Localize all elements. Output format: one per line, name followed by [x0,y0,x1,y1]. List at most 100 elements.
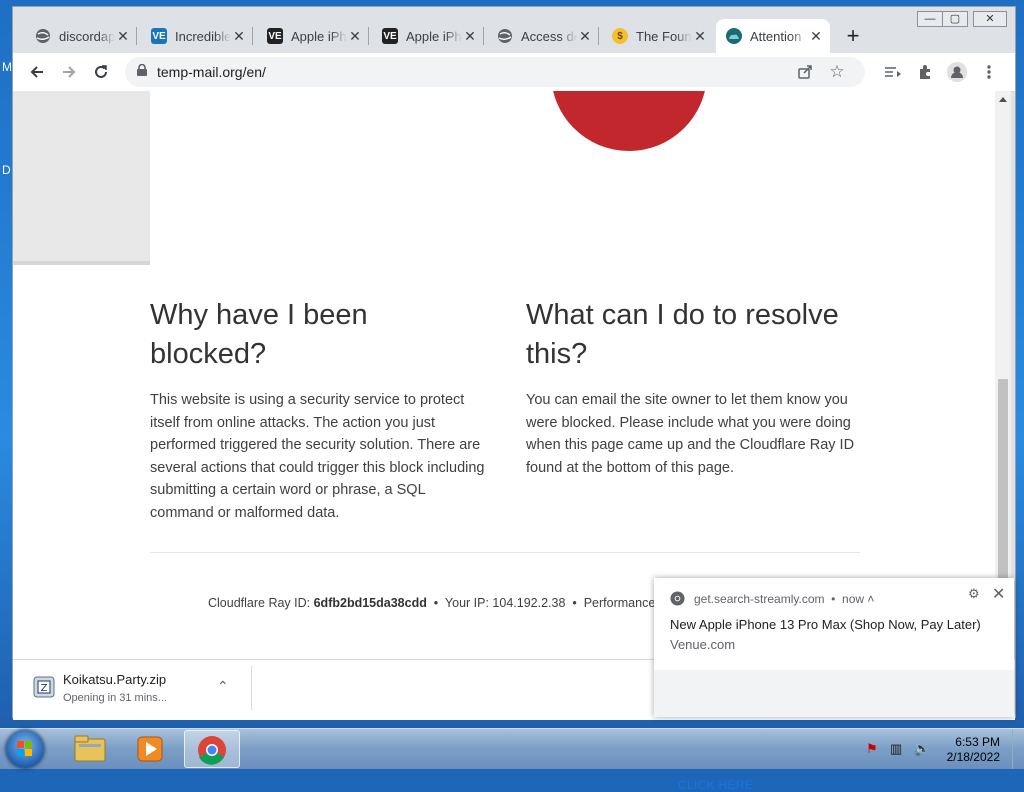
click-here-button[interactable]: CLICK HERE [678,778,753,792]
download-filename[interactable]: Koikatsu.Party.zip [63,672,166,687]
reload-icon[interactable] [89,60,113,84]
foundation-icon: $ [612,28,628,44]
folder-icon [74,735,106,762]
performance-link[interactable]: Performance [584,596,656,610]
ve-logo-icon: VE [267,28,283,44]
globe-icon [35,28,51,44]
close-icon[interactable]: ✕ [577,28,593,45]
media-icon[interactable] [881,60,905,84]
gray-panel [13,91,150,265]
chevron-up-icon[interactable]: ⌃ [217,678,229,695]
tab-apple-iphone-2[interactable]: VE Apple iPh ✕ [372,19,484,53]
forward-arrow-icon[interactable] [57,60,81,84]
desktop-icon-label[interactable]: D [2,163,11,177]
why-blocked-text: This website is using a security service… [150,392,485,521]
tab-attention[interactable]: Attention ✕ [716,19,830,53]
tab-apple-iphone-1[interactable]: VE Apple iPh ✕ [257,19,369,53]
minimize-button[interactable]: — [917,11,943,27]
scrollbar-thumb[interactable] [998,379,1008,585]
tab-label: Apple iPh [291,28,347,44]
close-icon[interactable]: ✕ [462,28,478,45]
svg-text:Z: Z [41,683,48,694]
push-notification[interactable]: get.search-streamly.com • now ˄ ⚙ ✕ New … [654,578,1014,792]
notification-body[interactable]: get.search-streamly.com • now ˄ ⚙ ✕ New … [654,578,1014,670]
resolve-text: You can email the site owner to let them… [526,392,855,476]
ray-id-label: Cloudflare Ray ID: [208,596,311,610]
tab-the-foundation[interactable]: $ The Foun ✕ [602,19,714,53]
close-window-button[interactable]: ✕ [973,11,1007,27]
page-content: Why have I been blocked? This website is… [13,91,995,659]
scroll-up-arrow-icon[interactable] [999,97,1007,102]
gray-panel-bar [13,261,150,265]
share-icon[interactable] [793,60,817,84]
notification-title: New Apple iPhone 13 Pro Max (Shop Now, P… [670,617,981,632]
download-status: Opening in 31 mins... [63,692,167,704]
page-scrollbar[interactable] [995,91,1011,659]
new-tab-button[interactable]: + [841,25,865,49]
cloudflare-icon [726,28,742,44]
tab-label: Access de [521,28,577,44]
tab-discordapp[interactable]: discordap ✕ [25,19,137,53]
tab-label: Incredible [175,28,231,44]
resolve-heading: What can I do to resolve this? [526,299,839,370]
divider [150,552,860,553]
back-arrow-icon[interactable] [25,60,49,84]
notification-text: Venue.com [670,637,736,652]
zip-file-icon: Z [33,676,55,698]
close-icon[interactable]: ✕ [115,28,131,45]
address-bar[interactable]: temp-mail.org/en/ ☆ [125,57,865,87]
notification-actions: CLICK HERE [654,670,1014,792]
chevron-up-icon[interactable]: ˄ [867,592,874,606]
close-icon[interactable]: ✕ [347,28,363,45]
tab-incredible[interactable]: VE Incredible ✕ [141,19,253,53]
ve-logo-icon: VE [382,28,398,44]
profile-avatar-icon[interactable] [945,60,969,84]
clock-time: 6:53 PM [955,735,1000,749]
ip-label: Your IP: [444,596,489,610]
media-player-icon [137,736,163,762]
notification-site: get.search-streamly.com [694,592,825,606]
taskbar: ⚑ ▥ 🔈 6:53 PM 2/18/2022 [0,728,1024,769]
tab-label: discordap [59,28,115,44]
tab-label: The Foun [636,28,692,44]
notification-origin: get.search-streamly.com • now ˄ [694,592,875,606]
chrome-icon [198,736,226,765]
ve-logo-icon: VE [151,28,167,44]
cloudflare-footer: Cloudflare Ray ID: 6dfb2bd15da38cdd • Yo… [208,596,655,610]
blocked-x-icon [553,91,705,151]
close-icon[interactable]: ✕ [808,28,824,45]
taskbar-explorer-button[interactable] [62,730,118,768]
network-icon[interactable]: ▥ [890,741,906,757]
gear-icon[interactable]: ⚙ [968,586,980,602]
maximize-button[interactable]: ▢ [942,11,968,27]
taskbar-chrome-button[interactable] [184,730,240,768]
start-button[interactable] [6,730,44,768]
close-icon[interactable]: ✕ [692,28,708,45]
show-desktop-button[interactable] [1012,729,1024,769]
bullet: • [433,596,439,610]
lock-icon [137,64,147,76]
tab-label: Attention [750,28,802,44]
toolbar: temp-mail.org/en/ ☆ [13,53,1015,92]
notification-time: now [842,592,865,606]
url-text[interactable]: temp-mail.org/en/ [157,64,266,80]
action-center-flag-icon[interactable]: ⚑ [866,741,882,757]
tab-label: Apple iPh [406,28,462,44]
taskbar-media-player-button[interactable] [122,730,178,768]
close-icon[interactable]: ✕ [992,584,1005,604]
chrome-icon [670,591,685,606]
ray-id-value: 6dfb2bd15da38cdd [313,596,427,610]
clock-date: 2/18/2022 [946,750,1000,764]
bookmark-star-icon[interactable]: ☆ [825,60,849,84]
bullet: • [572,596,577,610]
menu-kebab-icon[interactable] [977,60,1001,84]
tab-access-denied[interactable]: Access de ✕ [487,19,599,53]
volume-icon[interactable]: 🔈 [914,741,930,757]
extensions-puzzle-icon[interactable] [913,60,937,84]
system-clock[interactable]: 6:53 PM 2/18/2022 [940,735,1000,765]
divider [251,666,252,710]
close-icon[interactable]: ✕ [231,28,247,45]
desktop-icon-label[interactable]: M [2,60,12,74]
globe-icon [497,28,513,44]
ip-value: 104.192.2.38 [492,596,566,610]
